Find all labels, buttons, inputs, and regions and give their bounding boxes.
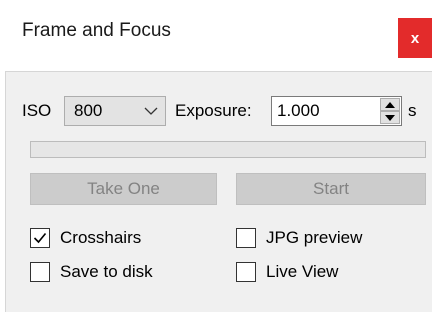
exposure-unit-label: s <box>408 101 417 120</box>
take-one-button[interactable]: Take One <box>30 173 217 205</box>
live-view-checkbox[interactable] <box>236 262 256 282</box>
save-to-disk-option[interactable]: Save to disk <box>30 262 153 282</box>
spin-up-button[interactable] <box>380 98 400 111</box>
crosshairs-checkbox[interactable] <box>30 228 50 248</box>
live-view-option[interactable]: Live View <box>236 262 338 282</box>
close-button[interactable]: x <box>398 18 432 58</box>
jpg-preview-checkbox[interactable] <box>236 228 256 248</box>
title-bar: Frame and Focus x <box>0 0 432 62</box>
crosshairs-option[interactable]: Crosshairs <box>30 228 141 248</box>
close-icon: x <box>410 29 420 47</box>
progress-bar <box>30 141 426 158</box>
iso-label: ISO <box>22 101 52 120</box>
frame-and-focus-window: Frame and Focus x ISO 800 Exposure: 1.00… <box>0 0 432 312</box>
arrow-up-icon <box>385 102 395 108</box>
start-button[interactable]: Start <box>236 173 426 205</box>
arrow-down-icon <box>385 115 395 121</box>
crosshairs-label: Crosshairs <box>60 228 142 247</box>
live-view-label: Live View <box>266 262 339 281</box>
chevron-down-icon <box>144 107 158 115</box>
iso-selected-value: 800 <box>74 101 103 120</box>
exposure-value: 1.000 <box>277 101 320 120</box>
save-to-disk-label: Save to disk <box>60 262 153 281</box>
save-to-disk-checkbox[interactable] <box>30 262 50 282</box>
jpg-preview-option[interactable]: JPG preview <box>236 228 362 248</box>
window-title: Frame and Focus <box>22 20 171 41</box>
spin-down-button[interactable] <box>380 111 400 124</box>
exposure-spinner <box>380 98 400 124</box>
iso-dropdown[interactable]: 800 <box>64 96 166 126</box>
exposure-label: Exposure: <box>175 101 252 120</box>
exposure-input[interactable]: 1.000 <box>271 96 402 126</box>
jpg-preview-label: JPG preview <box>266 228 363 247</box>
checkmark-icon <box>33 232 47 244</box>
